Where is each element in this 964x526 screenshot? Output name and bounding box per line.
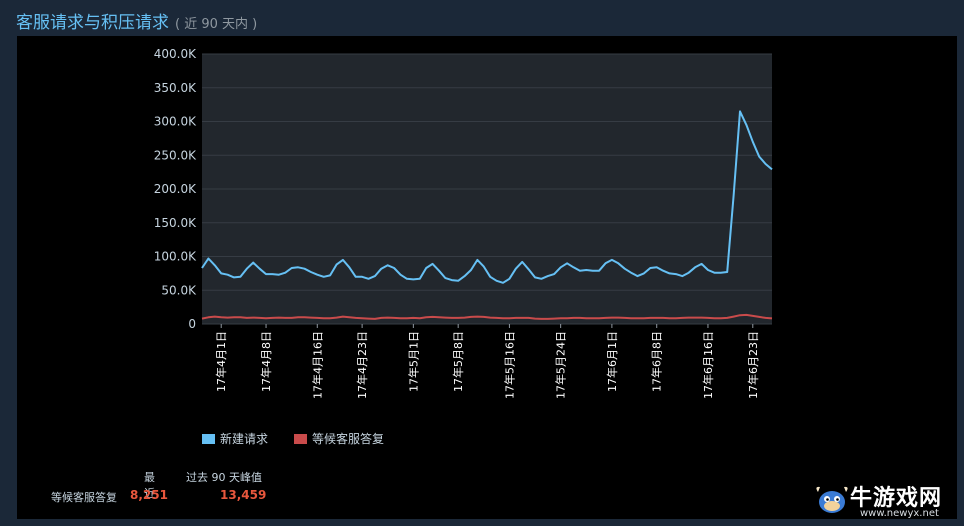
x-tick-label: 17年6月8日 (650, 331, 664, 392)
x-tick-label: 17年5月1日 (406, 331, 420, 392)
x-tick-label: 17年4月8日 (259, 331, 273, 392)
chart-subtitle: ( 近 90 天内 ) (175, 17, 258, 32)
chart-header: 客服请求与积压请求 ( 近 90 天内 ) (16, 8, 258, 33)
cow-mascot-icon (816, 486, 848, 513)
stats-header-peak: 过去 90 天峰值 (186, 471, 262, 484)
x-tick-label: 17年4月1日 (214, 331, 228, 392)
stats-recent-value: 8,251 (130, 488, 168, 502)
y-tick-label: 150.0K (154, 216, 197, 230)
stats-peak-value: 13,459 (220, 488, 267, 502)
x-tick-label: 17年6月23日 (746, 331, 760, 399)
x-tick-label: 17年5月24日 (554, 331, 568, 399)
legend-label-awaiting-reply: 等候客服答复 (312, 432, 385, 446)
x-tick-label: 17年5月16日 (502, 331, 516, 399)
y-tick-label: 400.0K (154, 47, 197, 61)
legend-item-awaiting-reply[interactable]: 等候客服答复 (294, 430, 384, 447)
legend-label-new-requests: 新建请求 (220, 432, 269, 446)
stats-row-label: 等候客服答复 (51, 491, 117, 504)
y-tick-label: 100.0K (154, 250, 197, 264)
x-tick-label: 17年4月16日 (310, 331, 324, 399)
y-tick-label: 250.0K (154, 148, 197, 162)
x-tick-label: 17年5月8日 (451, 331, 465, 392)
y-tick-label: 350.0K (154, 81, 197, 95)
y-tick-label: 300.0K (154, 115, 197, 129)
legend-item-new-requests[interactable]: 新建请求 (202, 430, 268, 447)
x-tick-label: 17年6月1日 (605, 331, 619, 392)
line-chart: 0 50.0K 100.0K 150.0K 200.0K 250.0K 300.0K 350.… (154, 47, 773, 399)
chart-legend: 新建请求 等候客服答复 (202, 430, 384, 447)
y-tick-label: 50.0K (161, 283, 197, 297)
x-tick-label: 17年6月16日 (701, 331, 715, 399)
y-tick-label: 0 (188, 317, 196, 331)
x-tick-label: 17年4月23日 (355, 331, 369, 399)
y-tick-label: 200.0K (154, 182, 197, 196)
legend-swatch-awaiting-reply (294, 433, 308, 444)
watermark-url: www.newyx.net (860, 508, 939, 519)
legend-swatch-new-requests (202, 433, 215, 444)
chart-title: 客服请求与积压请求 (16, 13, 169, 33)
chart-panel: 0 50.0K 100.0K 150.0K 200.0K 250.0K 300.0K 350.… (17, 36, 957, 519)
watermark: 牛游戏网 www.newyx.net (812, 480, 960, 522)
